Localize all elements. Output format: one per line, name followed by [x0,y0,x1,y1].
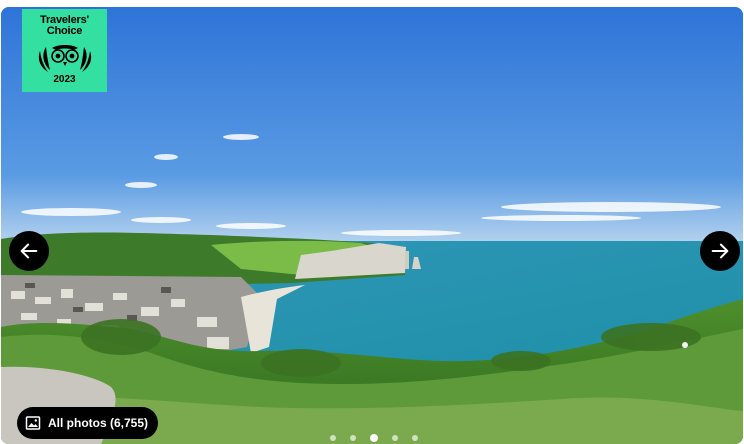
previous-photo-button[interactable] [9,231,49,271]
carousel-dot[interactable] [330,435,336,441]
carousel-dot[interactable] [412,435,418,441]
carousel-dot[interactable] [350,435,356,441]
photo-gallery[interactable]: Travelers' Choice 2023 All photos (6,755… [1,7,743,444]
badge-title-line2: Choice [46,25,83,37]
travelers-choice-badge: Travelers' Choice 2023 [22,9,107,92]
carousel-dot-active[interactable] [370,434,378,442]
next-photo-button[interactable] [700,231,740,271]
photo-coastline-cliffs[interactable] [1,7,743,444]
badge-year: 2023 [53,74,76,85]
arrow-right-icon [711,243,729,259]
carousel-dot[interactable] [392,435,398,441]
all-photos-label: All photos (6,755) [48,416,149,430]
arrow-left-icon [20,243,38,259]
owl-laurel-icon [38,45,91,72]
carousel-dots [1,434,743,442]
image-icon [25,416,41,430]
